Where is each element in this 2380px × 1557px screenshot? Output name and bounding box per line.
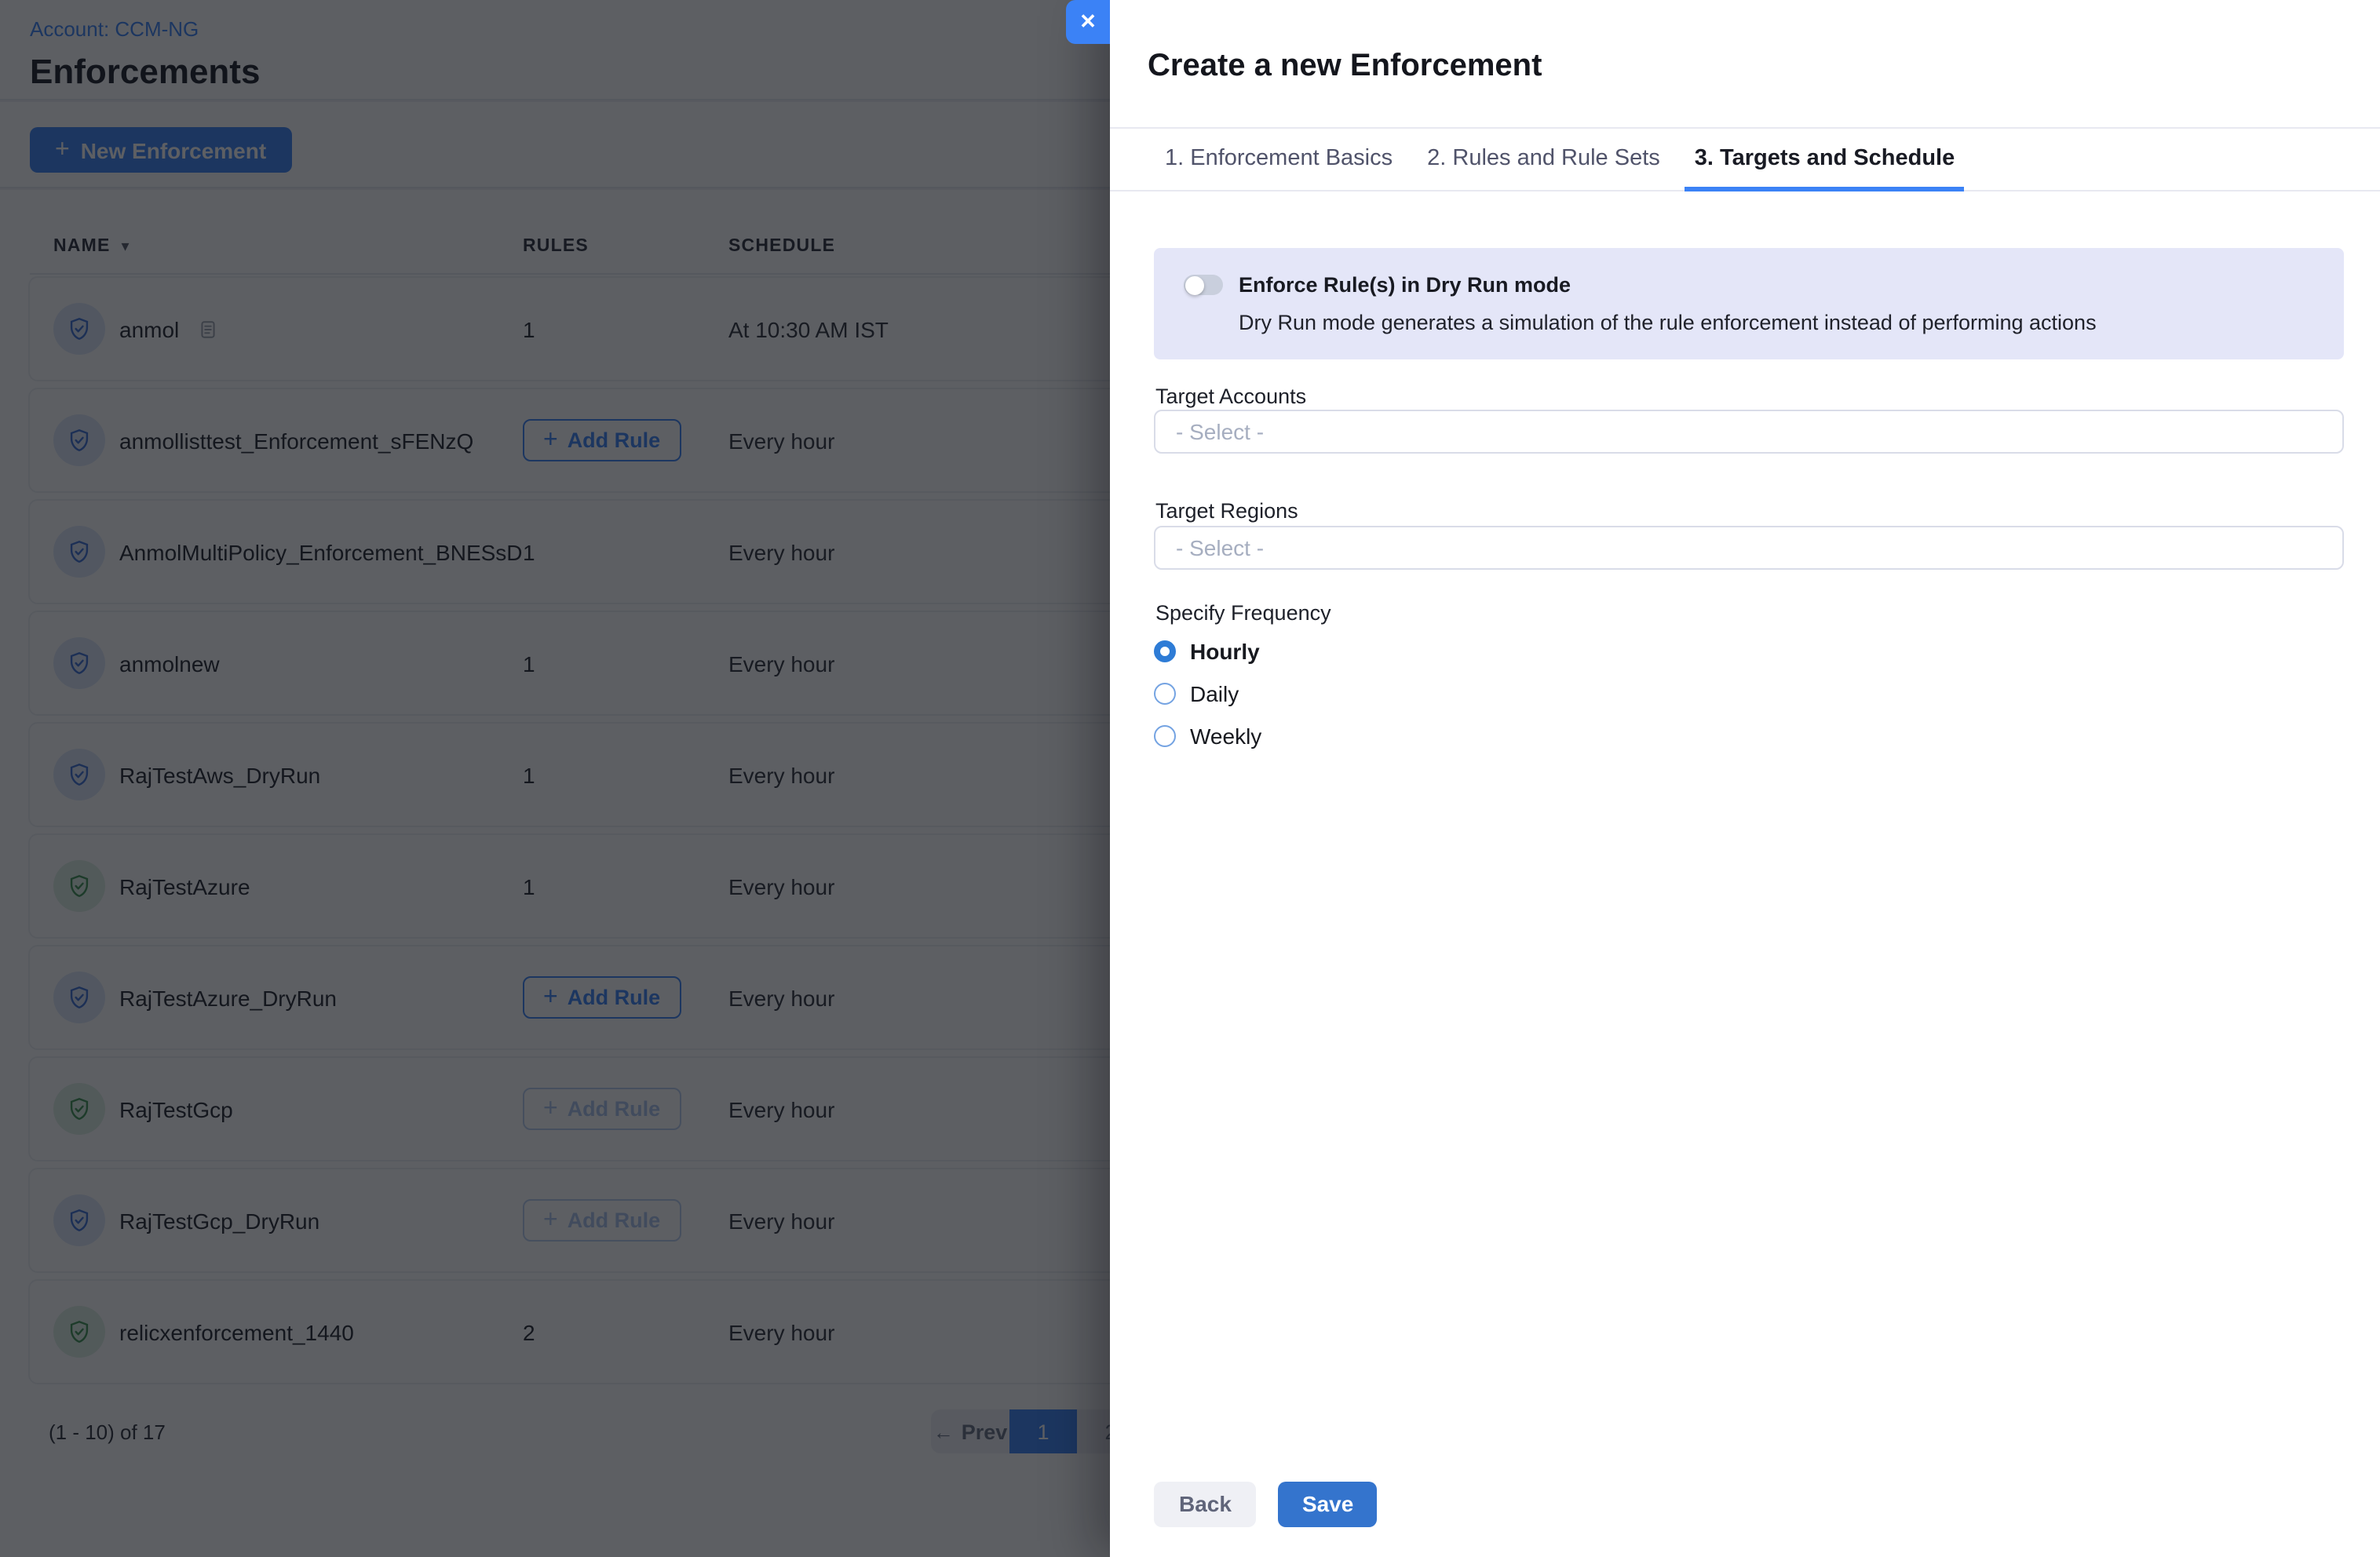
drawer-title: Create a new Enforcement — [1148, 49, 1542, 85]
close-icon — [1079, 9, 1097, 35]
frequency-option-daily[interactable]: Daily — [1154, 680, 1239, 706]
target-regions-placeholder: - Select - — [1176, 535, 1264, 560]
radio-icon — [1154, 724, 1176, 746]
frequency-option-weekly[interactable]: Weekly — [1154, 722, 1261, 749]
radio-label: Daily — [1190, 680, 1239, 706]
frequency-option-hourly[interactable]: Hourly — [1154, 637, 1260, 664]
radio-label: Weekly — [1190, 723, 1261, 748]
wizard-tabs: 1. Enforcement Basics 2. Rules and Rule … — [1110, 129, 2380, 191]
close-button[interactable] — [1066, 0, 1110, 44]
target-accounts-select[interactable]: - Select - — [1154, 410, 2344, 454]
tab-enforcement-basics[interactable]: 1. Enforcement Basics — [1155, 129, 1402, 191]
screen: Account: CCM-NG Enforcements New Enforce… — [0, 0, 2380, 1557]
toggle-knob — [1185, 275, 1203, 294]
radio-selected-icon — [1154, 640, 1176, 662]
target-regions-select[interactable]: - Select - — [1154, 526, 2344, 570]
save-button[interactable]: Save — [1279, 1482, 1377, 1526]
dry-run-toggle[interactable] — [1184, 275, 1223, 295]
tab-rules-and-rule-sets[interactable]: 2. Rules and Rule Sets — [1418, 129, 1670, 191]
radio-label: Hourly — [1190, 638, 1260, 663]
dry-run-banner: Enforce Rule(s) in Dry Run mode Dry Run … — [1154, 248, 2344, 359]
radio-icon — [1154, 682, 1176, 704]
target-regions-label: Target Regions — [1155, 499, 1298, 523]
dry-run-description: Dry Run mode generates a simulation of t… — [1239, 311, 2097, 334]
specify-frequency-label: Specify Frequency — [1155, 601, 1331, 625]
target-accounts-label: Target Accounts — [1155, 385, 1306, 408]
drawer-header: Create a new Enforcement — [1110, 0, 2380, 129]
tab-targets-and-schedule[interactable]: 3. Targets and Schedule — [1685, 129, 1964, 191]
target-accounts-placeholder: - Select - — [1176, 419, 1264, 444]
dry-run-label: Enforce Rule(s) in Dry Run mode — [1239, 273, 1571, 297]
create-enforcement-drawer: Create a new Enforcement 1. Enforcement … — [1110, 0, 2380, 1557]
drawer-footer: Back Save — [1154, 1482, 1377, 1526]
back-button[interactable]: Back — [1154, 1482, 1257, 1526]
